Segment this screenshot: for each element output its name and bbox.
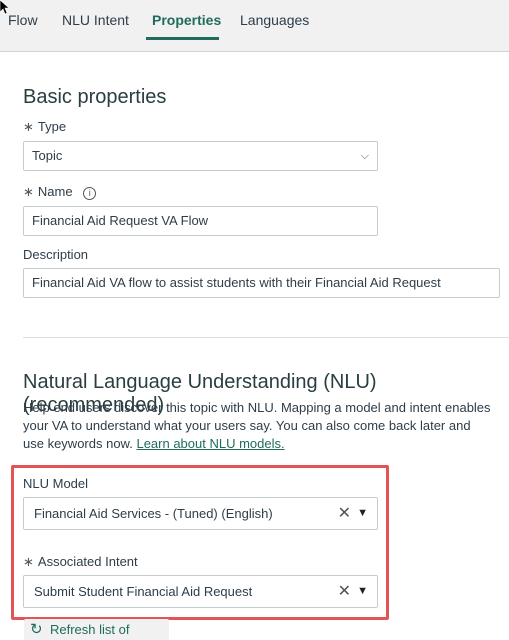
chevron-down-icon: ⌵ bbox=[360, 150, 369, 162]
tab-languages[interactable]: Languages bbox=[240, 12, 309, 40]
name-label-text: Name bbox=[37, 184, 73, 199]
info-icon[interactable]: i bbox=[83, 187, 97, 200]
basic-properties-heading: Basic properties bbox=[23, 86, 167, 108]
type-select-value: Topic bbox=[32, 148, 63, 163]
tab-nlu-intent[interactable]: NLU Intent bbox=[62, 12, 129, 40]
type-select[interactable]: Topic ⌵ bbox=[23, 141, 378, 171]
description-label: Description bbox=[23, 247, 89, 262]
nlu-help-text: Help end users discover this topic with … bbox=[23, 399, 493, 453]
asterisk-icon: ∗ bbox=[23, 184, 34, 199]
caret-down-icon[interactable]: ▼ bbox=[357, 498, 368, 529]
tab-flow[interactable]: Flow bbox=[8, 12, 38, 40]
section-divider bbox=[23, 337, 509, 338]
refresh-intents-label: Refresh list of intents bbox=[50, 622, 130, 637]
type-label: ∗ Type bbox=[23, 119, 66, 135]
mouse-cursor-icon bbox=[0, 0, 10, 14]
nlu-model-select[interactable]: Financial Aid Services - (Tuned) (Englis… bbox=[23, 497, 378, 530]
active-tab-indicator bbox=[146, 37, 219, 40]
refresh-icon: ↻ bbox=[30, 621, 43, 638]
clear-x-icon[interactable]: ✕ bbox=[338, 576, 351, 607]
tab-properties[interactable]: Properties bbox=[152, 12, 221, 40]
name-input[interactable]: Financial Aid Request VA Flow bbox=[23, 206, 378, 236]
name-label: ∗ Name i bbox=[23, 184, 97, 200]
associated-intent-label-text: Associated Intent bbox=[37, 554, 138, 569]
associated-intent-value: Submit Student Financial Aid Request bbox=[34, 584, 253, 599]
nlu-model-label: NLU Model bbox=[23, 476, 89, 491]
associated-intent-label: ∗ Associated Intent bbox=[23, 554, 138, 570]
refresh-intents-button[interactable]: ↻ Refresh list of intents bbox=[24, 619, 169, 640]
tab-bar: Flow NLU Intent Properties Languages bbox=[0, 0, 509, 52]
asterisk-icon: ∗ bbox=[23, 119, 34, 134]
learn-nlu-link[interactable]: Learn about NLU models. bbox=[136, 436, 284, 451]
description-input[interactable]: Financial Aid VA flow to assist students… bbox=[23, 268, 500, 298]
nlu-model-value: Financial Aid Services - (Tuned) (Englis… bbox=[34, 506, 273, 521]
type-label-text: Type bbox=[37, 119, 67, 134]
caret-down-icon[interactable]: ▼ bbox=[357, 576, 368, 607]
description-input-value: Financial Aid VA flow to assist students… bbox=[32, 275, 441, 290]
clear-x-icon[interactable]: ✕ bbox=[338, 498, 351, 529]
name-input-value: Financial Aid Request VA Flow bbox=[32, 213, 209, 228]
associated-intent-select[interactable]: Submit Student Financial Aid Request ✕ ▼ bbox=[23, 575, 378, 608]
asterisk-icon: ∗ bbox=[23, 554, 34, 569]
